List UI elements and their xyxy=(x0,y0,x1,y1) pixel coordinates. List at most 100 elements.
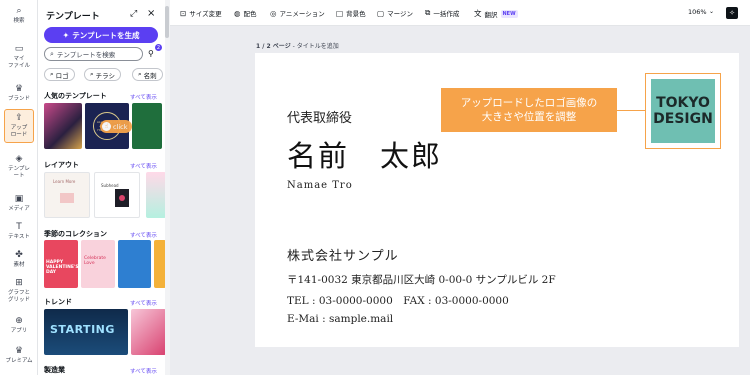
address[interactable]: 〒141-0032 東京都品川区大崎 0-00-0 サンプルビル 2F xyxy=(287,272,556,287)
ai-tools-icon[interactable]: ✧ xyxy=(726,7,738,19)
elements-icon: ✤ xyxy=(15,250,23,260)
media-icon: ▣ xyxy=(14,194,24,204)
thumb-text: HAPPY VALENTINE'S DAY xyxy=(46,260,78,275)
see-all-manufacturing[interactable]: すべて表示 xyxy=(130,367,157,375)
toolbar-label: 一括作成 xyxy=(433,10,460,18)
see-all-popular[interactable]: すべて表示 xyxy=(130,93,157,101)
search-icon: ⌕ xyxy=(138,70,142,78)
chip-logo[interactable]: ⌕ ロゴ xyxy=(44,68,75,81)
background-color-button[interactable]: □ 背景色 xyxy=(336,8,366,19)
click-label: click xyxy=(113,122,128,131)
resize-icon: ⊡ xyxy=(180,8,187,18)
company-logo[interactable]: TOKYO DESIGN xyxy=(651,79,715,143)
rail-item-brand[interactable]: ♛ ブランド xyxy=(0,84,38,103)
chevron-down-icon[interactable]: ⌄ xyxy=(709,8,714,15)
person-name-romaji[interactable]: Namae Tro xyxy=(287,180,353,191)
templates-panel: テンプレート ⤢ × ✦ テンプレートを生成 ⌕ テンプレートを検索 ⚲ 2 ⌕ ロゴ… xyxy=(38,0,168,375)
close-icon[interactable]: × xyxy=(147,8,155,19)
toolbar-label: 背景色 xyxy=(346,10,366,18)
see-all-seasonal[interactable]: すべて表示 xyxy=(130,231,157,239)
person-name[interactable]: 名前 太郎 xyxy=(287,133,442,175)
email[interactable]: E-Mai : sample.mail xyxy=(287,313,393,325)
rail-item-templates[interactable]: ◈ テンプレ ート xyxy=(0,154,38,179)
sparkle-icon: ✦ xyxy=(62,30,70,40)
see-all-layout[interactable]: すべて表示 xyxy=(130,162,157,170)
template-thumb-subhead[interactable]: Subhead xyxy=(94,172,140,218)
search-placeholder: テンプレートを検索 xyxy=(56,51,116,59)
rail-item-apps[interactable]: ⊕ アプリ xyxy=(0,316,38,335)
zoom-level[interactable]: 106% xyxy=(688,8,707,16)
rail-label: テキスト xyxy=(8,234,30,240)
background-color-icon: □ xyxy=(336,8,344,18)
page-label[interactable]: 1 / 2 ページ - タイトルを追加 xyxy=(256,41,339,50)
see-all-trend[interactable]: すべて表示 xyxy=(130,299,157,307)
rail-item-premium[interactable]: ♛ プレミアム xyxy=(0,346,38,365)
callout-line: アップロードしたロゴ画像の xyxy=(460,97,598,109)
panel-title: テンプレート xyxy=(46,12,100,22)
palette-button[interactable]: ◍ 配色 xyxy=(234,8,257,19)
toolbar-label: 翻訳 xyxy=(484,10,498,19)
chip-flyer[interactable]: ⌕ チラシ xyxy=(84,68,122,81)
thumb-text: Subhead xyxy=(101,183,119,188)
chip-business-card[interactable]: ⌕ 名刺 xyxy=(132,68,163,81)
company-name[interactable]: 株式会社サンプル xyxy=(287,245,399,264)
rail-item-my-files[interactable]: ▭ マイ ファイル xyxy=(0,44,38,69)
template-thumb-abstract[interactable] xyxy=(44,103,82,149)
rail-item-graphs-grid[interactable]: ⊞ グラフと グリッド xyxy=(0,278,38,303)
resize-button[interactable]: ⊡ サイズ変更 xyxy=(180,8,222,19)
rail-item-media[interactable]: ▣ メディア xyxy=(0,194,38,213)
template-thumb-starting[interactable]: STARTING xyxy=(44,309,128,355)
thumb-image xyxy=(60,193,74,203)
rail-label: ブランド xyxy=(7,96,30,102)
page-title-placeholder: タイトルを追加 xyxy=(296,43,339,50)
template-thumb-blue-gift[interactable] xyxy=(118,240,151,288)
click-indicator: ☝ click xyxy=(100,120,132,133)
expand-icon[interactable]: ⤢ xyxy=(130,9,137,19)
filter-icon[interactable]: ⚲ xyxy=(148,49,154,58)
margin-icon: ▢ xyxy=(377,8,385,18)
rail-item-elements[interactable]: ✤ 素材 xyxy=(0,250,38,269)
logo-text: DESIGN xyxy=(653,111,713,127)
toolbar-label: マージン xyxy=(387,10,413,18)
section-title-trend: トレンド xyxy=(44,298,72,306)
template-thumb-valentine[interactable]: HAPPY VALENTINE'S DAY xyxy=(44,240,78,288)
logo-text: TOKYO xyxy=(656,95,710,111)
rail-label: 素材 xyxy=(13,262,25,268)
panel-scrollbar[interactable] xyxy=(165,0,170,375)
translate-button[interactable]: 文翻訳 NEW xyxy=(474,8,518,19)
thumb-text: Celebrate Love xyxy=(84,256,106,266)
business-card-page[interactable]: 代表取締役 名前 太郎 Namae Tro 株式会社サンプル 〒141-0032… xyxy=(255,53,739,347)
rail-item-text[interactable]: T テキスト xyxy=(0,222,38,241)
rail-label: 検索 xyxy=(13,18,25,24)
callout-connector xyxy=(617,110,645,111)
margin-button[interactable]: ▢ マージン xyxy=(377,8,413,19)
rail-label: アプリ xyxy=(10,328,28,334)
phone-fax[interactable]: TEL : 03-0000-0000 FAX : 03-0000-0000 xyxy=(287,293,509,308)
section-title-seasonal: 季節のコレクション xyxy=(44,230,107,238)
animation-icon: ◎ xyxy=(270,8,277,18)
template-search-input[interactable]: ⌕ テンプレートを検索 xyxy=(44,47,143,61)
generate-label: テンプレートを生成 xyxy=(72,30,140,40)
toolbar-label: アニメーション xyxy=(279,10,325,18)
bulk-create-button[interactable]: ⧉ 一括作成 xyxy=(425,8,459,18)
template-thumb-colorful[interactable] xyxy=(146,172,166,218)
template-thumb-green[interactable] xyxy=(132,103,162,149)
generate-template-button[interactable]: ✦ テンプレートを生成 xyxy=(44,27,158,43)
animation-button[interactable]: ◎ アニメーション xyxy=(270,8,325,19)
panel-scroll-thumb[interactable] xyxy=(165,6,169,38)
template-thumb-learn-more[interactable]: Learn More xyxy=(44,172,90,218)
chip-label: チラシ xyxy=(95,71,116,80)
chip-label: ロゴ xyxy=(55,71,69,80)
graphs-grid-icon: ⊞ xyxy=(15,278,23,288)
template-thumb-pink[interactable] xyxy=(131,309,166,355)
rail-item-uploads[interactable]: ⇪ アップ ロード xyxy=(4,109,34,143)
job-title[interactable]: 代表取締役 xyxy=(287,107,352,126)
template-thumb-celebrate[interactable]: Celebrate Love xyxy=(81,240,115,288)
rail-label: マイ ファイル xyxy=(7,56,30,69)
rail-item-search[interactable]: ⌕ 検索 xyxy=(0,6,38,25)
editor-app: ⌕ 検索 ▭ マイ ファイル ♛ ブランド ⇪ アップ ロード ◈ テンプレ ート ▣ メデ… xyxy=(0,0,750,375)
palette-icon: ◍ xyxy=(234,8,241,18)
section-title-layout: レイアウト xyxy=(44,161,79,169)
apps-icon: ⊕ xyxy=(15,316,23,326)
chip-label: 名刺 xyxy=(143,71,157,80)
